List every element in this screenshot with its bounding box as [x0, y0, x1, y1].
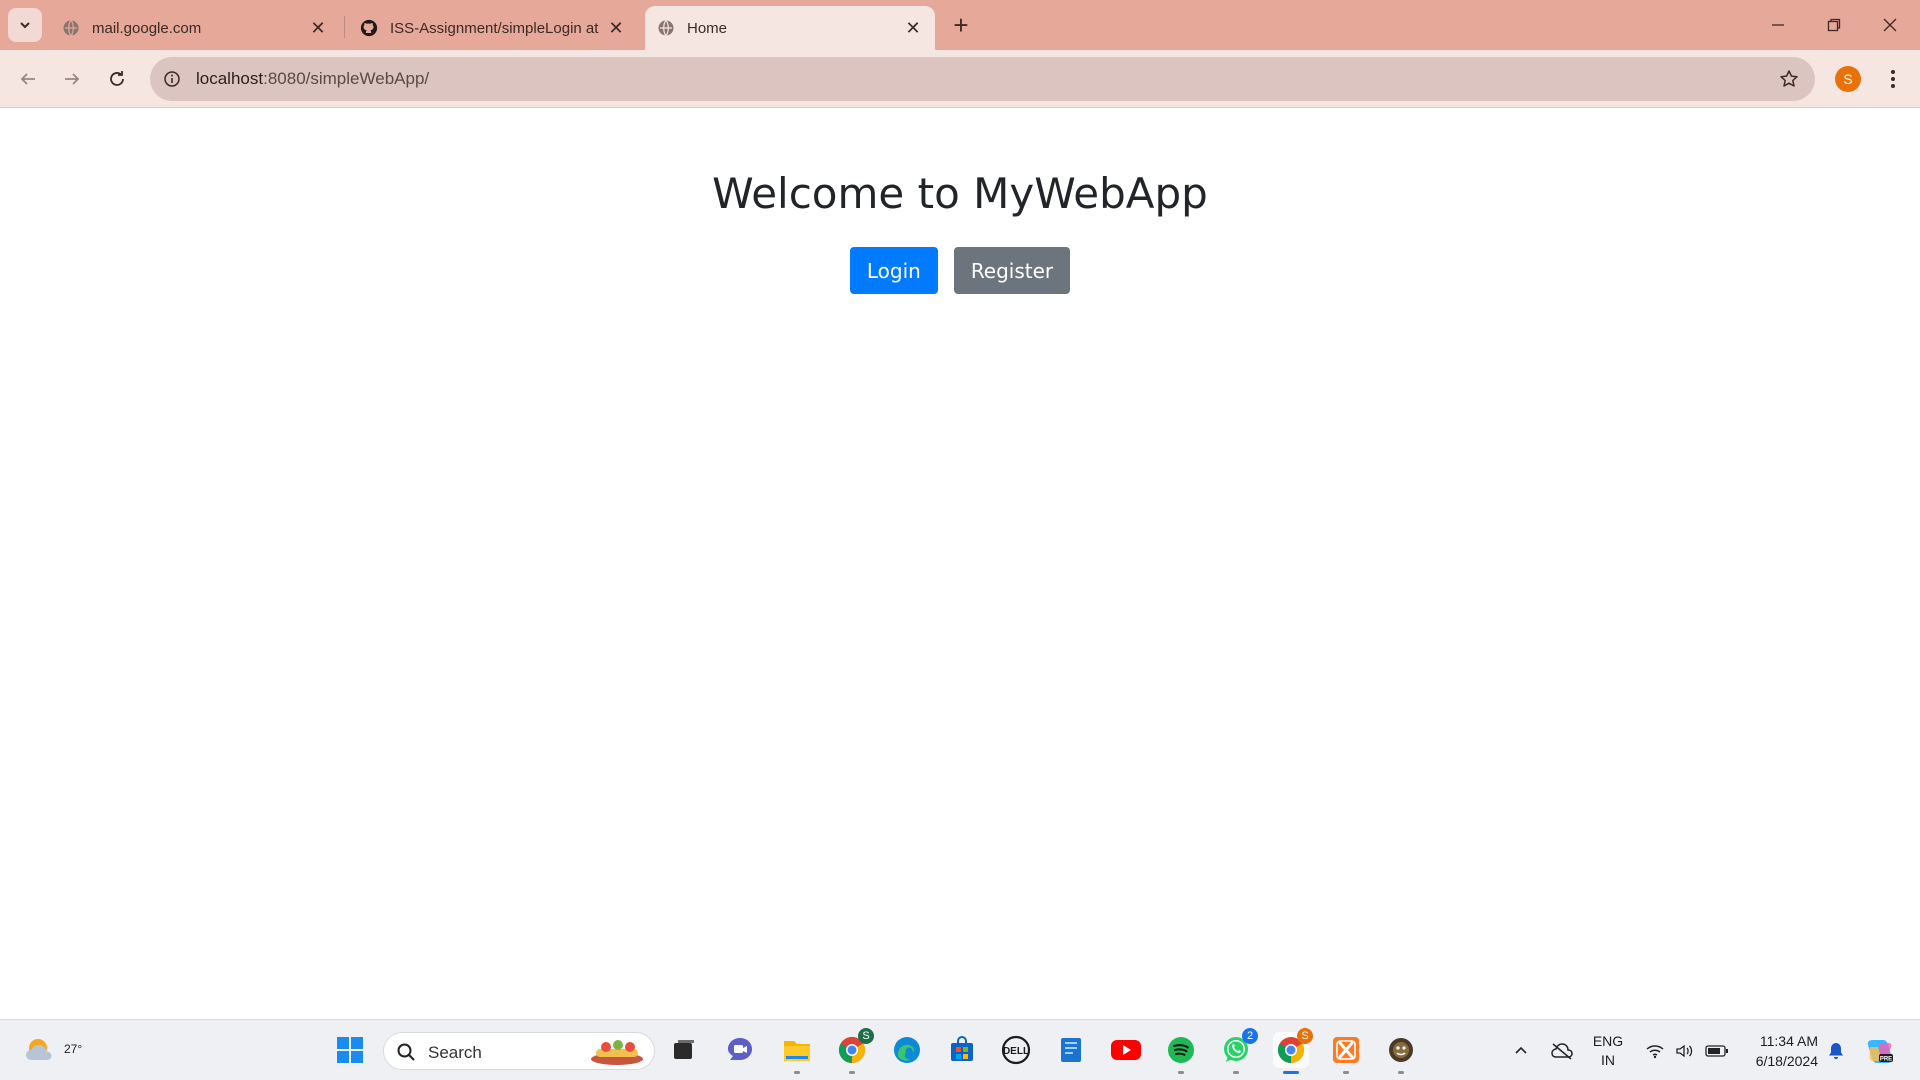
login-button[interactable]: Login — [849, 247, 938, 294]
address-bar[interactable]: localhost:8080/simpleWebApp/ — [150, 57, 1815, 101]
close-icon[interactable]: ✕ — [606, 18, 626, 38]
tab-home[interactable]: Home ✕ — [645, 6, 935, 50]
copilot-icon[interactable]: PRE — [1862, 1020, 1898, 1080]
active-indicator — [1283, 1071, 1299, 1074]
tab-search-button[interactable] — [8, 8, 42, 42]
restore-icon[interactable] — [1806, 0, 1862, 50]
search-icon — [397, 1043, 415, 1061]
notes-icon[interactable] — [1053, 1032, 1089, 1068]
svg-text:DELL: DELL — [1003, 1046, 1029, 1057]
chrome-icon[interactable]: S — [1273, 1028, 1313, 1074]
minimize-icon[interactable] — [1750, 0, 1806, 50]
url-host: localhost — [196, 69, 264, 88]
lang-region: IN — [1601, 1051, 1615, 1068]
tab-title: mail.google.com — [92, 19, 202, 37]
meet-icon[interactable] — [722, 1032, 758, 1068]
app-icon[interactable] — [1383, 1032, 1419, 1074]
tab-github[interactable]: ISS-Assignment/simpleLogin at ✕ — [348, 6, 638, 50]
page-title: Welcome to MyWebApp — [712, 169, 1208, 218]
language-indicator[interactable]: ENG IN — [1588, 1020, 1628, 1080]
register-button[interactable]: Register — [953, 247, 1071, 294]
close-icon[interactable]: ✕ — [308, 18, 328, 38]
running-indicator — [794, 1071, 800, 1074]
weather-temp: 27° — [64, 1042, 83, 1056]
more-menu-icon[interactable] — [1878, 64, 1908, 94]
wifi-icon[interactable] — [1642, 1020, 1668, 1080]
show-hidden-icons[interactable] — [1508, 1020, 1534, 1080]
globe-icon — [657, 19, 675, 37]
profile-badge: S — [858, 1028, 874, 1044]
spotify-icon[interactable] — [1163, 1032, 1199, 1074]
store-icon[interactable] — [944, 1032, 980, 1068]
browser-toolbar: localhost:8080/simpleWebApp/ S — [0, 50, 1920, 108]
svg-text:PRE: PRE — [1880, 1056, 1892, 1062]
clock-date: 6/18/2024 — [1755, 1053, 1818, 1069]
xampp-icon[interactable] — [1328, 1032, 1364, 1074]
volume-icon[interactable] — [1672, 1020, 1698, 1080]
weather-icon — [26, 1039, 52, 1060]
running-indicator — [849, 1071, 855, 1074]
auth-buttons: Login Register — [0, 247, 1920, 294]
bookmark-star-icon[interactable] — [1777, 67, 1801, 91]
taskbar-search[interactable]: Search — [383, 1032, 655, 1070]
reload-icon — [110, 71, 124, 86]
reload-button[interactable] — [99, 61, 135, 97]
system-clock[interactable]: 11:34 AM 6/18/2024 — [1738, 1031, 1818, 1071]
page-content: Welcome to MyWebApp Login Register — [0, 109, 1920, 1019]
forward-button[interactable] — [54, 61, 90, 97]
tab-mail[interactable]: mail.google.com ✕ — [50, 6, 340, 50]
battery-icon[interactable] — [1702, 1020, 1732, 1080]
windows-start-icon[interactable] — [332, 1032, 368, 1068]
search-highlight-icon — [591, 1040, 643, 1065]
arrow-right-icon — [65, 73, 80, 85]
running-indicator — [1398, 1071, 1404, 1074]
running-indicator — [1343, 1071, 1349, 1074]
running-indicator — [1233, 1071, 1239, 1074]
tab-title: Home — [687, 19, 728, 37]
youtube-icon[interactable] — [1108, 1032, 1144, 1068]
chevron-down-icon — [20, 22, 30, 29]
clock-time: 11:34 AM — [1759, 1033, 1818, 1049]
profile-badge: S — [1297, 1028, 1313, 1044]
lang-code: ENG — [1592, 1032, 1624, 1049]
taskbar: 27° Search S DELL 2 S ENG IN 11:34 AM 6/… — [0, 1019, 1920, 1080]
globe-icon — [62, 19, 80, 37]
onedrive-offline-icon[interactable] — [1545, 1020, 1579, 1080]
whatsapp-icon[interactable]: 2 — [1218, 1028, 1258, 1074]
github-icon — [360, 19, 378, 37]
task-view-icon[interactable] — [666, 1032, 702, 1068]
tab-strip: mail.google.com ✕ ISS-Assignment/simpleL… — [0, 0, 1920, 50]
search-placeholder: Search — [428, 1043, 482, 1062]
arrow-left-icon — [20, 73, 35, 85]
address-url: localhost:8080/simpleWebApp/ — [196, 69, 429, 89]
chevron-up-icon — [1515, 1046, 1527, 1054]
close-icon[interactable]: ✕ — [903, 18, 923, 38]
site-info-icon[interactable] — [160, 67, 184, 91]
weather-widget[interactable]: 27° — [22, 1030, 82, 1070]
tab-separator — [344, 16, 345, 38]
dell-icon[interactable]: DELL — [998, 1032, 1034, 1068]
file-explorer-icon[interactable] — [779, 1032, 815, 1074]
back-button[interactable] — [10, 61, 46, 97]
notification-bell-icon[interactable] — [1824, 1020, 1848, 1080]
notification-badge: 2 — [1242, 1028, 1258, 1044]
url-path: :8080/simpleWebApp/ — [263, 69, 430, 88]
new-tab-button[interactable]: + — [946, 10, 976, 40]
profile-avatar[interactable]: S — [1835, 66, 1861, 92]
running-indicator — [1178, 1071, 1184, 1074]
edge-icon[interactable] — [889, 1032, 925, 1068]
chrome-profile-icon[interactable]: S — [834, 1028, 874, 1074]
tab-title: ISS-Assignment/simpleLogin at — [390, 19, 599, 37]
window-close-icon[interactable] — [1862, 0, 1918, 50]
